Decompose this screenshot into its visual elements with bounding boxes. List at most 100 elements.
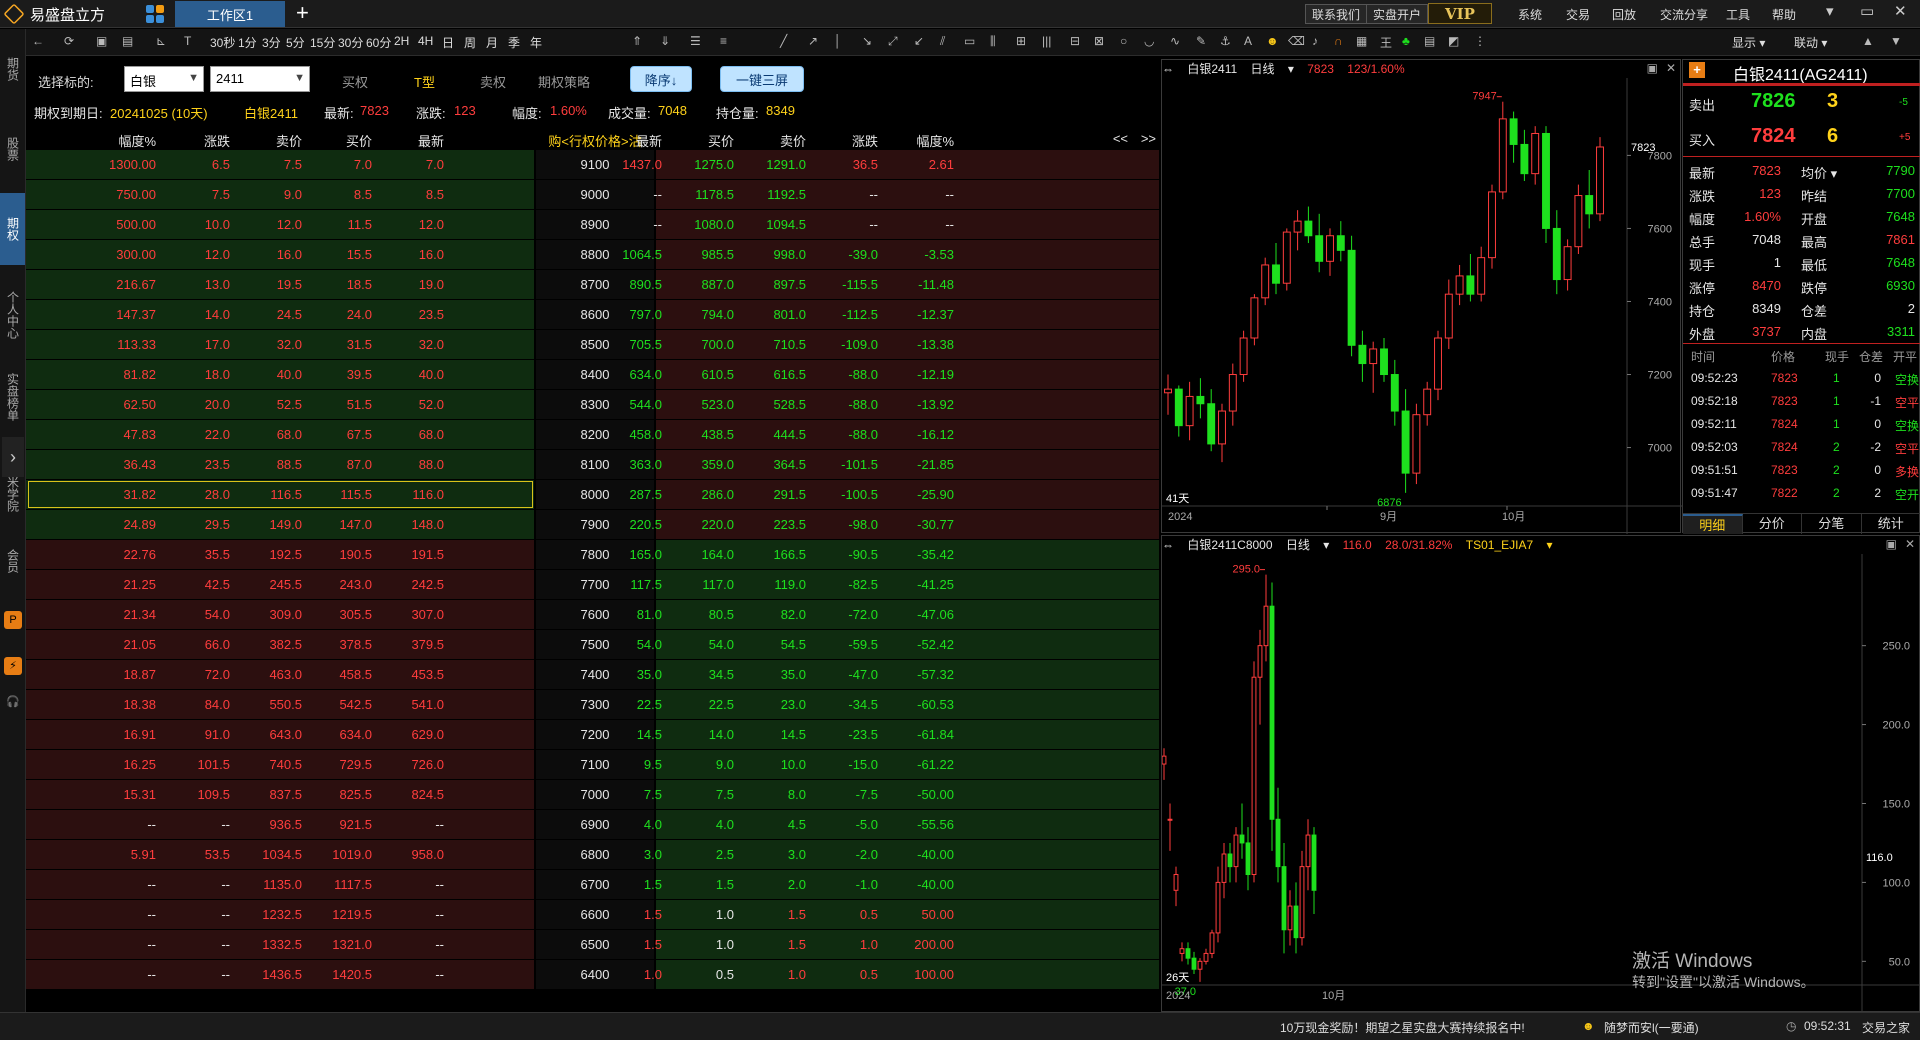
channel-icon[interactable]: ⤢ — [888, 34, 898, 49]
candle[interactable] — [1207, 389, 1216, 452]
call-cell[interactable]: 245.5 — [236, 570, 302, 600]
call-cell[interactable]: -- — [90, 960, 156, 990]
t-quote-row[interactable]: -- -- 936.5 921.5 -- 6900 4.0 4.0 4.5 -5.0 -55.56 — [26, 810, 1159, 840]
fibonacci-icon[interactable]: ⫽ — [940, 34, 945, 49]
put-cell[interactable]: -35.42 — [888, 540, 954, 570]
put-cell[interactable]: 0.5 — [812, 900, 878, 930]
put-cell[interactable]: 82.0 — [740, 600, 806, 630]
put-cell[interactable]: 166.5 — [740, 540, 806, 570]
t-quote-row[interactable]: 21.05 66.0 382.5 378.5 379.5 7500 54.0 54.0 54.5… — [26, 630, 1159, 660]
put-cell[interactable]: -11.48 — [888, 270, 954, 300]
candle[interactable] — [1585, 170, 1594, 229]
put-cell[interactable]: 1.5 — [740, 930, 806, 960]
call-cell[interactable]: 729.5 — [306, 750, 372, 780]
tick-row[interactable]: 09:52:03 7824 2 -2 空平 — [1683, 436, 1920, 459]
contact-us-button[interactable]: 联系我们 — [1305, 4, 1368, 24]
call-cell[interactable]: 31.5 — [306, 330, 372, 360]
candle[interactable] — [1434, 330, 1442, 401]
candle[interactable] — [1191, 951, 1197, 974]
layers-icon[interactable]: ▤ — [1424, 34, 1435, 48]
call-cell[interactable]: 300.00 — [90, 240, 156, 270]
candle[interactable] — [1401, 389, 1410, 493]
put-cell[interactable]: 1080.0 — [668, 210, 734, 240]
call-cell[interactable]: 23.5 — [164, 450, 230, 480]
put-cell[interactable]: -39.0 — [812, 240, 878, 270]
call-cell[interactable]: 7.0 — [378, 150, 444, 180]
t-quote-row[interactable]: 300.00 12.0 16.0 15.5 16.0 8800 1064.5 985.5 998… — [26, 240, 1159, 270]
add-watchlist-icon[interactable]: + — [1689, 62, 1705, 78]
call-cell[interactable]: 52.0 — [378, 390, 444, 420]
down-arrow-icon[interactable]: ⇓ — [660, 34, 670, 48]
t-quote-row[interactable]: 500.00 10.0 12.0 11.5 12.0 8900 -- 1080.0 1094.5… — [26, 210, 1159, 240]
put-cell[interactable]: 9.0 — [668, 750, 734, 780]
t-quote-row[interactable]: 5.91 53.5 1034.5 1019.0 958.0 6800 3.0 2.5 3.0 -2… — [26, 840, 1159, 870]
call-cell[interactable]: 16.0 — [236, 240, 302, 270]
put-cell[interactable]: -88.0 — [812, 390, 878, 420]
put-cell[interactable]: 22.5 — [668, 690, 734, 720]
put-cell[interactable]: 794.0 — [668, 300, 734, 330]
tick-row[interactable]: 09:52:11 7824 1 0 空换 — [1683, 413, 1920, 436]
put-cell[interactable]: 1.5 — [596, 930, 662, 960]
call-cell[interactable]: 19.0 — [378, 270, 444, 300]
call-cell[interactable]: 54.0 — [164, 600, 230, 630]
call-cell[interactable]: 192.5 — [236, 540, 302, 570]
call-cell[interactable]: 21.05 — [90, 630, 156, 660]
arc-icon[interactable]: ◡ — [1144, 34, 1154, 48]
chart2-settings-icon[interactable]: ▣ — [1886, 537, 1897, 551]
candle[interactable] — [1552, 210, 1561, 295]
t-quote-row[interactable]: 15.31 109.5 837.5 825.5 824.5 7000 7.5 7.5 8.0 -7… — [26, 780, 1159, 810]
put-cell[interactable]: 10.0 — [740, 750, 806, 780]
put-cell[interactable]: -109.0 — [812, 330, 878, 360]
put-cell[interactable]: 710.5 — [740, 330, 806, 360]
put-cell[interactable]: -88.0 — [812, 360, 878, 390]
candle[interactable] — [1596, 137, 1604, 222]
call-cell[interactable]: -- — [164, 930, 230, 960]
put-cell[interactable]: 50.00 — [888, 900, 954, 930]
put-cell[interactable]: -13.92 — [888, 390, 954, 420]
call-cell[interactable]: 9.0 — [236, 180, 302, 210]
call-cell[interactable]: -- — [164, 810, 230, 840]
call-cell[interactable]: 1436.5 — [236, 960, 302, 990]
put-cell[interactable]: -88.0 — [812, 420, 878, 450]
call-cell[interactable]: 39.5 — [306, 360, 372, 390]
candle[interactable] — [1221, 842, 1227, 899]
put-cell[interactable]: -12.37 — [888, 300, 954, 330]
put-cell[interactable]: -12.19 — [888, 360, 954, 390]
candle[interactable] — [1369, 341, 1378, 393]
nav-options[interactable]: 期权 — [0, 193, 25, 265]
put-cell[interactable]: 897.5 — [740, 270, 806, 300]
up-icon[interactable]: ▲ — [1862, 34, 1874, 48]
parallel-icon[interactable]: ⫼ — [990, 34, 996, 49]
put-header-4[interactable]: 幅度% — [888, 131, 954, 150]
candle[interactable] — [1185, 942, 1191, 965]
menu-replay[interactable]: 回放 — [1612, 6, 1636, 23]
put-cell[interactable]: -47.0 — [812, 660, 878, 690]
candle[interactable] — [1574, 184, 1583, 254]
headset-icon[interactable]: 🎧 — [4, 693, 22, 711]
call-cell[interactable]: 32.0 — [378, 330, 444, 360]
call-cell[interactable]: 16.25 — [90, 750, 156, 780]
calendar-icon[interactable]: ▦ — [1356, 34, 1367, 48]
period-11[interactable]: 月 — [486, 34, 498, 51]
put-cell[interactable]: -50.00 — [888, 780, 954, 810]
candle[interactable] — [1315, 213, 1324, 273]
put-header-2[interactable]: 卖价 — [740, 131, 806, 150]
call-cell[interactable]: 7.0 — [306, 150, 372, 180]
call-cell[interactable]: 18.0 — [164, 360, 230, 390]
put-cell[interactable]: 14.5 — [596, 720, 662, 750]
t-quote-row[interactable]: 62.50 20.0 52.5 51.5 52.0 8300 544.0 523.0 528.5… — [26, 390, 1159, 420]
put-cell[interactable]: 9.5 — [596, 750, 662, 780]
call-cell[interactable]: 1135.0 — [236, 870, 302, 900]
t-quote-row[interactable]: 21.34 54.0 309.0 305.5 307.0 7600 81.0 80.5 82.0… — [26, 600, 1159, 630]
put-cell[interactable]: 528.5 — [740, 390, 806, 420]
put-cell[interactable]: -59.5 — [812, 630, 878, 660]
put-cell[interactable]: 523.0 — [668, 390, 734, 420]
candle[interactable] — [1282, 228, 1291, 291]
put-cell[interactable]: -72.0 — [812, 600, 878, 630]
call-cell[interactable]: 1219.5 — [306, 900, 372, 930]
t-quote-row[interactable]: 31.82 28.0 116.5 115.5 116.0 8000 287.5 286.0 29… — [26, 480, 1159, 510]
pen-icon[interactable]: ✎ — [1196, 34, 1206, 48]
nav-live-ranking[interactable]: 实盘榜单 — [0, 359, 25, 435]
restore-icon[interactable]: ▭ — [1860, 2, 1874, 20]
call-cell[interactable]: -- — [164, 870, 230, 900]
